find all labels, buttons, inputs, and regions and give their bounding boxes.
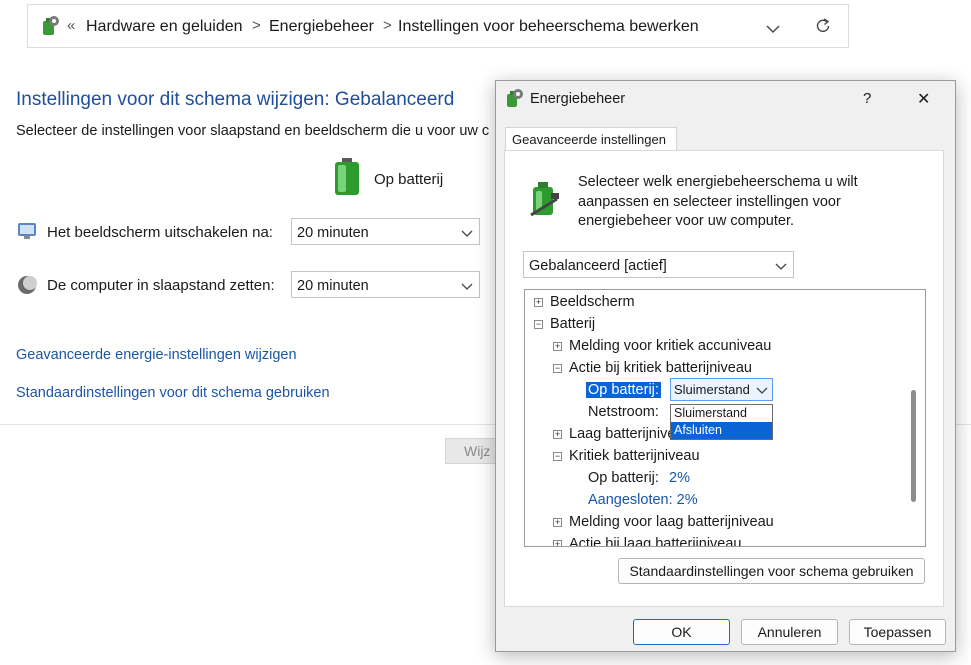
advanced-settings-link[interactable]: Geavanceerde energie-instellingen wijzig… [16,347,297,363]
dropdown-option-sluimerstand[interactable]: Sluimerstand [671,405,772,422]
collapse-icon[interactable]: − [553,452,562,461]
tree-item-kritiek-niveau[interactable]: Kritiek batterijniveau [569,448,700,464]
critical-action-battery-select[interactable]: Sluimerstand [670,378,773,401]
divider [0,424,500,425]
breadcrumb-energiebeheer[interactable]: Energiebeheer [269,18,374,36]
chevron-down-icon [775,259,787,271]
tree-item-actie-kritiek[interactable]: Actie bij kritiek batterijniveau [569,360,752,376]
chevron-down-icon [756,383,768,398]
dialog-title: Energiebeheer [530,91,626,107]
ok-button[interactable]: OK [633,619,730,645]
restore-plan-defaults-button[interactable]: Standaardinstellingen voor schema gebrui… [618,558,925,584]
collapse-icon[interactable]: − [534,320,543,329]
expand-icon[interactable]: + [553,518,562,527]
expand-icon[interactable]: + [553,430,562,439]
expand-icon[interactable]: + [553,540,562,546]
power-options-dialog: Energiebeheer ? ✕ Geavanceerde instellin… [495,80,956,652]
tree-item-melding-kritiek[interactable]: Melding voor kritiek accuniveau [569,338,771,354]
tree-item-melding-laag[interactable]: Melding voor laag batterijniveau [569,514,774,530]
sleep-timeout-select[interactable]: 20 minuten [291,271,480,298]
tree-item-actie-laag[interactable]: Actie bij laag batterijniveau [569,536,742,546]
help-icon[interactable]: ? [863,90,871,107]
display-timeout-value: 20 minuten [297,225,369,241]
battery-icon [333,158,361,201]
save-changes-button[interactable]: Wijz [445,438,501,464]
power-plan-value: Gebalanceerd [actief] [529,258,667,274]
display-timeout-select[interactable]: 20 minuten [291,218,480,245]
page-subtitle: Selecteer de instellingen voor slaapstan… [16,123,490,139]
collapse-icon[interactable]: − [553,364,562,373]
address-bar[interactable]: « Hardware en geluiden > Energiebeheer >… [27,4,849,48]
tree-item-beeldscherm[interactable]: Beeldscherm [550,294,635,310]
breadcrumb-hardware[interactable]: Hardware en geluiden [86,18,243,36]
tree-item-kritiek-op-batterij-label[interactable]: Op batterij: [588,470,659,486]
page-title: Instellingen voor dit schema wijzigen: G… [16,89,455,110]
chevron-down-icon [461,226,473,238]
display-icon [17,221,37,246]
cancel-button[interactable]: Annuleren [741,619,838,645]
tab-advanced-settings[interactable]: Geavanceerde instellingen [505,127,677,151]
divider [955,424,971,425]
tree-item-kritiek-aangesloten[interactable]: Aangesloten: 2% [588,492,698,508]
setting-label-sleep: De computer in slaapstand zetten: [47,277,275,294]
column-header-battery: Op batterij [374,171,444,188]
chevron-down-icon [461,279,473,291]
expand-icon[interactable]: + [534,298,543,307]
critical-action-battery-value: Sluimerstand [674,382,750,397]
power-plan-select[interactable]: Gebalanceerd [actief] [523,251,794,278]
dropdown-option-afsluiten[interactable]: Afsluiten [671,422,772,439]
dialog-description: Selecteer welk energiebeheerschema u wil… [578,174,858,229]
setting-label-display: Het beeldscherm uitschakelen na: [47,224,273,241]
tree-item-netstroom-label[interactable]: Netstroom: [588,404,659,420]
expand-icon[interactable]: + [553,342,562,351]
breadcrumb-overflow[interactable]: « [67,17,75,34]
control-panel-icon [39,15,61,42]
breadcrumb-current[interactable]: Instellingen voor beheerschema bewerken [398,18,699,36]
close-icon[interactable]: ✕ [917,89,930,109]
restore-defaults-link[interactable]: Standaardinstellingen voor dit schema ge… [16,385,330,401]
settings-tree[interactable]: + Beeldscherm − Batterij + Melding voor … [524,289,926,547]
tree-scrollbar[interactable] [911,390,916,502]
apply-button[interactable]: Toepassen [849,619,946,645]
power-options-icon [504,88,524,113]
power-plan-icon [527,179,561,224]
tree-item-op-batterij-label[interactable]: Op batterij: [586,382,661,398]
dropdown-list: Sluimerstand Afsluiten [670,404,773,440]
sleep-timeout-value: 20 minuten [297,278,369,294]
breadcrumb-separator: > [383,17,392,34]
moon-icon [17,275,37,300]
save-changes-label: Wijz [464,443,491,459]
chevron-down-icon[interactable] [766,21,780,39]
refresh-icon[interactable] [814,17,832,40]
tree-item-kritiek-op-batterij-value[interactable]: 2% [669,470,690,486]
tree-item-batterij[interactable]: Batterij [550,316,595,332]
breadcrumb-separator: > [252,17,261,34]
